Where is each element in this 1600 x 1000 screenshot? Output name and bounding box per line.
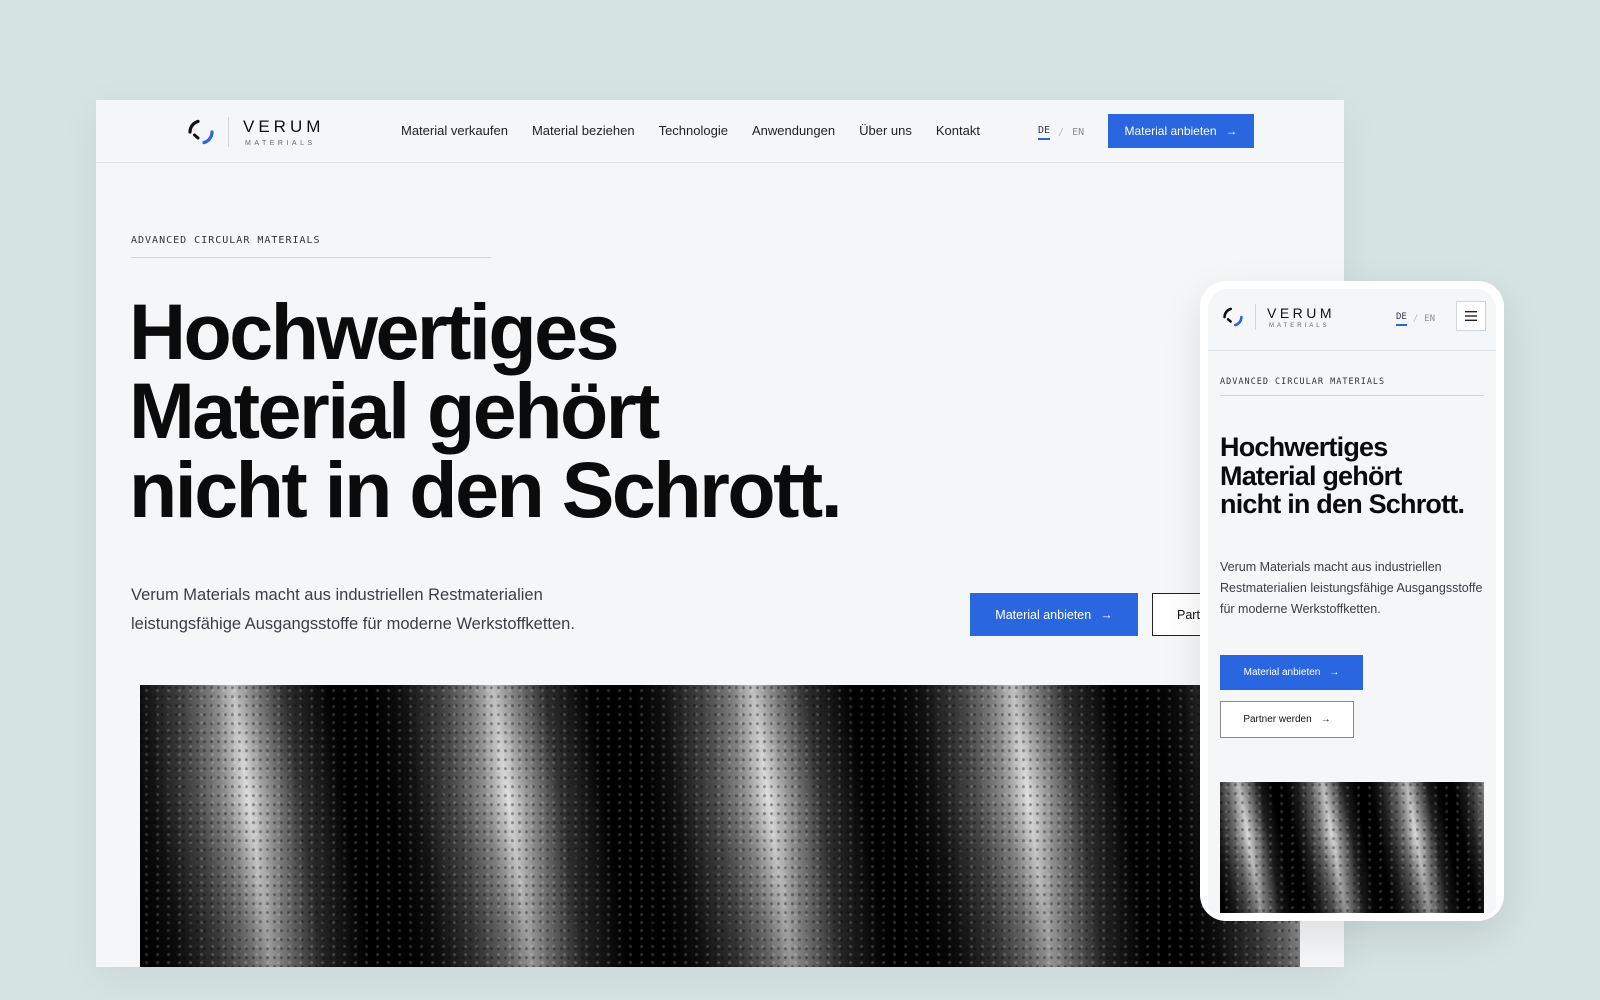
lang-separator: /: [1412, 314, 1419, 324]
lang-separator: /: [1058, 127, 1065, 138]
headline-line-3: nicht in den Schrott.: [129, 445, 843, 534]
headline-line-2: Material gehört: [1220, 460, 1402, 491]
eyebrow-divider: [1220, 395, 1484, 396]
hero-material-photo: [140, 685, 1300, 967]
eyebrow-divider: [131, 257, 491, 258]
mobile-header: VERUM MATERIALS DE / EN: [1208, 289, 1496, 351]
circular-arc-logo-icon: [188, 119, 214, 145]
lang-option-de[interactable]: DE: [1396, 312, 1407, 326]
material-anbieten-button[interactable]: Material anbieten →: [1220, 655, 1363, 690]
language-switcher: DE / EN: [1396, 312, 1435, 326]
arrow-right-icon: →: [1329, 667, 1340, 678]
language-switcher: DE / EN: [1038, 125, 1084, 140]
material-anbieten-label: Material anbieten: [1243, 667, 1321, 678]
desktop-mockup: VERUM MATERIALS Material verkaufen Mater…: [96, 100, 1344, 967]
arrow-right-icon: →: [1100, 607, 1113, 622]
hero-lede: Verum Materials macht aus industriellen …: [1220, 560, 1483, 616]
mobile-screen: VERUM MATERIALS DE / EN ADVANCED CIRCULA…: [1208, 289, 1496, 913]
hero-headline: Hochwertiges Material gehört nicht in de…: [129, 292, 1029, 529]
brand-logo[interactable]: VERUM MATERIALS: [184, 115, 324, 149]
logo-divider: [1255, 304, 1256, 330]
nav-link-material-verkaufen[interactable]: Material verkaufen: [401, 123, 508, 138]
main-nav: Material verkaufen Material beziehen Tec…: [401, 123, 980, 138]
partner-werden-label: Partner werden: [1243, 714, 1312, 725]
nav-link-technologie[interactable]: Technologie: [659, 123, 728, 138]
headline-line-3: nicht in den Schrott.: [1220, 489, 1465, 519]
nav-link-ueber-uns[interactable]: Über uns: [859, 123, 912, 138]
desktop-header: VERUM MATERIALS Material verkaufen Mater…: [96, 100, 1344, 163]
arrow-right-icon: →: [1225, 124, 1238, 138]
headline-line-1: Hochwertiges: [1220, 432, 1388, 462]
brand-name: VERUM: [243, 117, 325, 136]
hero-lede: Verum Materials macht aus industriellen …: [131, 586, 575, 633]
hero-eyebrow: ADVANCED CIRCULAR MATERIALS: [131, 235, 321, 246]
partner-werden-button[interactable]: Partner werden →: [1220, 701, 1354, 738]
headline-line-2: Material gehört: [129, 366, 660, 455]
photo-grain-overlay: [140, 685, 1300, 967]
menu-button[interactable]: [1456, 301, 1486, 331]
brand-name: VERUM: [1267, 305, 1336, 321]
headline-line-1: Hochwertiges: [129, 287, 620, 376]
nav-link-anwendungen[interactable]: Anwendungen: [752, 123, 835, 138]
mobile-mockup: VERUM MATERIALS DE / EN ADVANCED CIRCULA…: [1200, 281, 1504, 921]
photo-grain-overlay: [1220, 782, 1484, 913]
circular-arc-logo-icon: [1223, 307, 1243, 327]
nav-link-material-beziehen[interactable]: Material beziehen: [532, 123, 635, 138]
logo-divider: [228, 117, 229, 147]
material-anbieten-label: Material anbieten: [995, 607, 1092, 622]
hero-eyebrow: ADVANCED CIRCULAR MATERIALS: [1220, 377, 1386, 387]
hero-headline: Hochwertiges Material gehört nicht in de…: [1220, 433, 1492, 519]
lang-option-de[interactable]: DE: [1038, 125, 1051, 140]
header-cta-label: Material anbieten: [1124, 124, 1217, 138]
lang-option-en[interactable]: EN: [1424, 314, 1435, 324]
brand-logo[interactable]: VERUM MATERIALS: [1220, 304, 1335, 330]
brand-sub: MATERIALS: [245, 140, 316, 147]
hamburger-icon: [1465, 311, 1477, 321]
lang-option-en[interactable]: EN: [1072, 127, 1084, 138]
logo-text: VERUM MATERIALS: [243, 117, 324, 147]
header-cta-button[interactable]: Material anbieten →: [1108, 114, 1254, 148]
nav-link-kontakt[interactable]: Kontakt: [936, 123, 980, 138]
hero-material-photo: [1220, 782, 1484, 913]
logo-text: VERUM MATERIALS: [1267, 305, 1335, 329]
material-anbieten-button[interactable]: Material anbieten →: [970, 593, 1138, 636]
arrow-right-icon: →: [1320, 714, 1331, 725]
brand-sub: MATERIALS: [1269, 323, 1330, 329]
